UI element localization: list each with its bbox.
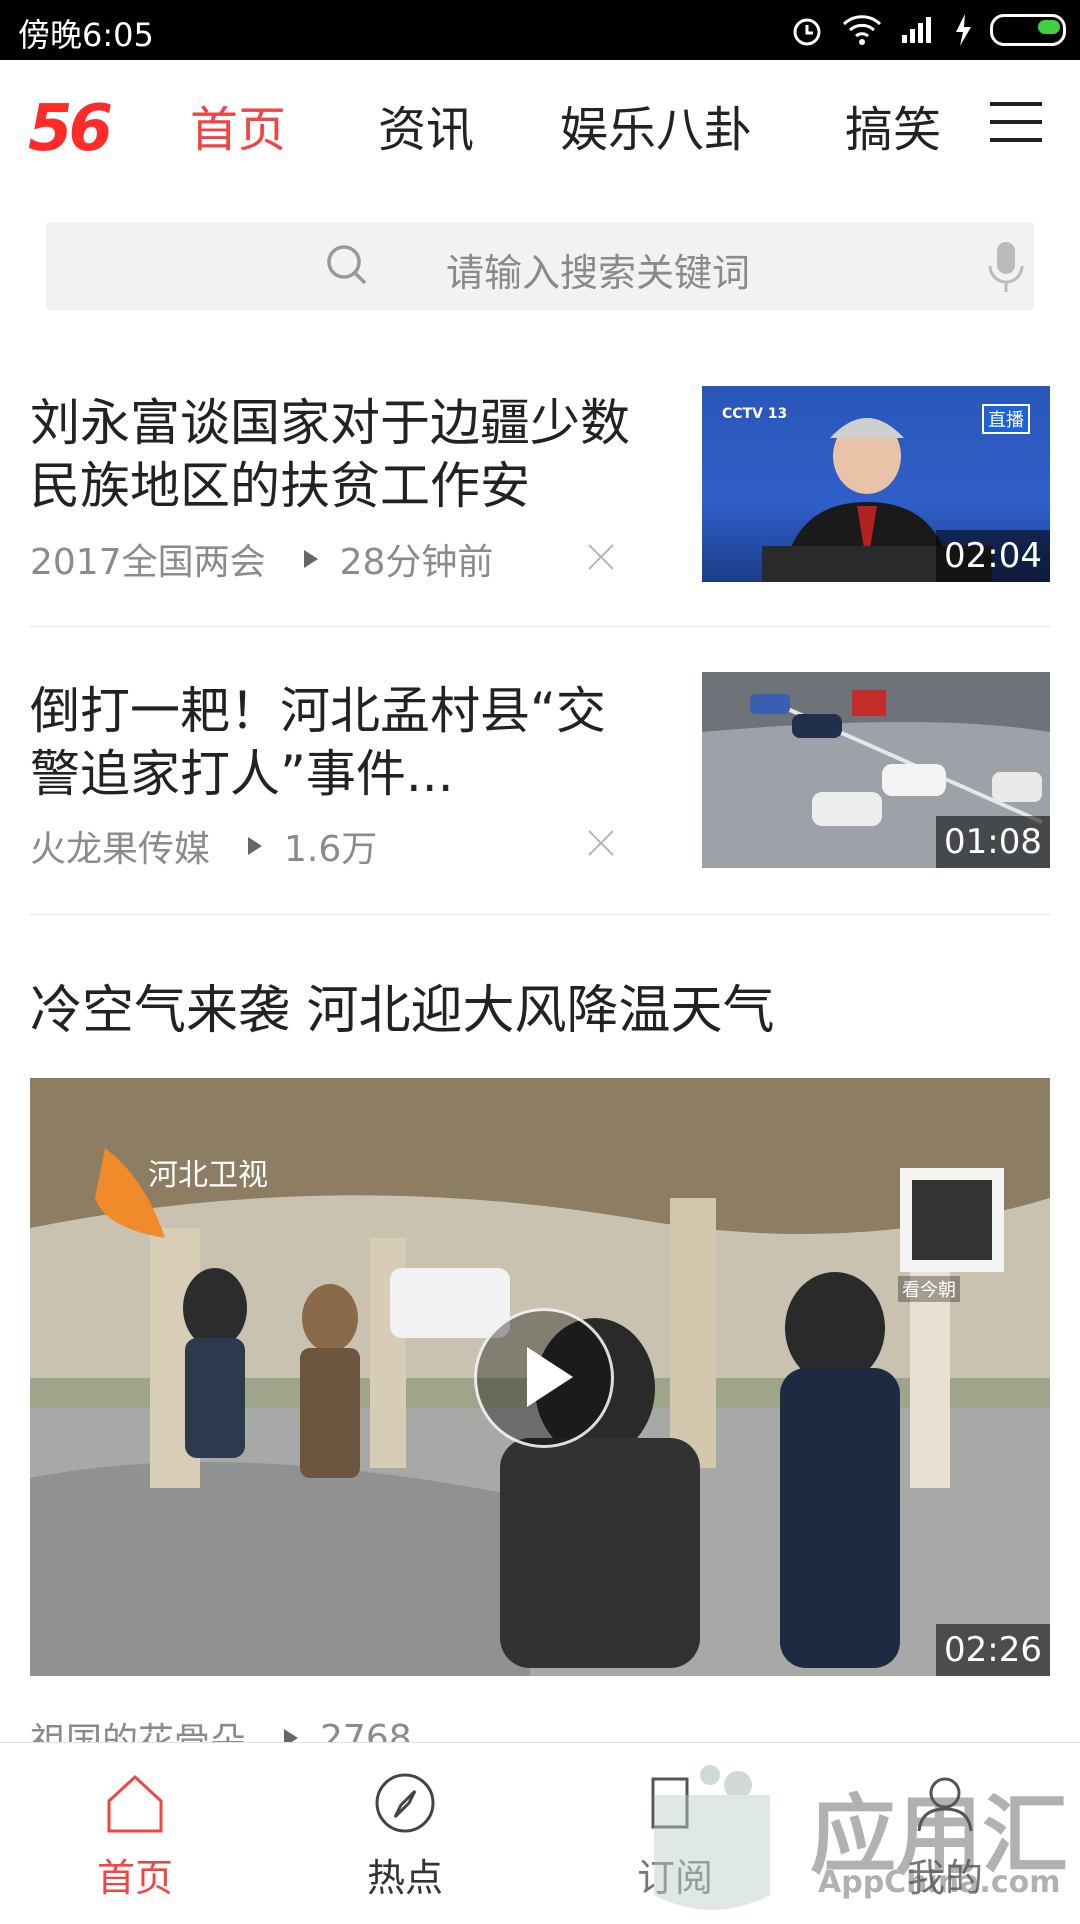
book-icon: [651, 1777, 689, 1829]
bottom-tab-label: 我的: [906, 1856, 983, 1900]
status-time: 傍晚6:05: [18, 16, 154, 54]
qr-caption: 看今朝: [898, 1276, 960, 1302]
charging-icon: [956, 14, 971, 46]
microphone-icon[interactable]: [986, 240, 1026, 294]
play-button-icon[interactable]: [474, 1308, 614, 1448]
video-thumbnail[interactable]: 01:08: [702, 672, 1050, 868]
video-player[interactable]: 河北卫视 看今朝 02:26: [30, 1078, 1050, 1676]
bottom-nav: 首页 热点 订阅 我的: [0, 1742, 1080, 1921]
tab-entertainment[interactable]: 娱乐八卦: [560, 90, 752, 160]
play-count-icon: [303, 550, 318, 568]
live-badge: 直播: [982, 404, 1030, 434]
alarm-icon: [793, 18, 821, 46]
divider: [30, 914, 1050, 915]
bottom-tab-label: 首页: [96, 1856, 173, 1900]
wifi-icon: [842, 15, 882, 45]
bottom-tab-hot[interactable]: 热点: [325, 1771, 485, 1902]
item-time: 28分钟前: [339, 542, 494, 583]
menu-icon[interactable]: [990, 102, 1042, 146]
top-nav: 56 首页 资讯 娱乐八卦 搞笑: [0, 60, 1080, 190]
divider: [30, 626, 1050, 627]
item-title[interactable]: 刘永富谈国家对于边疆少数民族地区的扶贫工作安: [30, 392, 660, 518]
tab-funny[interactable]: 搞笑: [845, 90, 945, 160]
item-title[interactable]: 倒打一耙！河北孟村县“交警追家打人”事件...: [30, 680, 630, 806]
video-thumbnail[interactable]: CCTV 13 直播 02:04: [702, 386, 1050, 582]
item-meta: 火龙果传媒 1.6万: [30, 820, 377, 872]
dismiss-icon[interactable]: [584, 826, 618, 860]
item-title[interactable]: 冷空气来袭 河北迎大风降温天气: [30, 968, 775, 1043]
bottom-tab-home[interactable]: 首页: [55, 1771, 215, 1902]
home-icon: [107, 1774, 163, 1833]
video-duration: 02:04: [936, 530, 1050, 582]
bottom-tab-label: 热点: [366, 1856, 443, 1900]
item-source: 火龙果传媒: [30, 829, 211, 870]
status-icons: [790, 8, 1066, 52]
user-icon: [917, 1777, 973, 1832]
video-duration: 01:08: [936, 816, 1050, 868]
channel-logo: 河北卫视: [148, 1158, 268, 1193]
item-source: 2017全国两会: [30, 542, 266, 583]
channel-logo: CCTV 13: [722, 406, 788, 422]
item-meta: 2017全国两会 28分钟前: [30, 533, 493, 585]
search-bar[interactable]: 请输入搜索关键词: [46, 222, 1034, 310]
battery-icon: [990, 14, 1066, 46]
tab-news[interactable]: 资讯: [378, 90, 474, 160]
status-bar: 傍晚6:05: [0, 0, 1080, 60]
item-views: 1.6万: [284, 829, 378, 870]
bottom-tab-subscribe[interactable]: 订阅: [595, 1771, 755, 1902]
search-placeholder: 请输入搜索关键词: [446, 251, 751, 295]
signal-icon: [902, 17, 931, 43]
search-icon: [327, 245, 367, 285]
dismiss-icon[interactable]: [584, 540, 618, 574]
tab-home[interactable]: 首页: [190, 90, 286, 160]
play-count-icon: [248, 837, 263, 855]
app-logo[interactable]: 56: [28, 92, 113, 166]
bottom-tab-label: 订阅: [636, 1856, 713, 1900]
video-duration: 02:26: [936, 1624, 1050, 1676]
compass-icon: [375, 1773, 435, 1833]
bottom-tab-me[interactable]: 我的: [865, 1771, 1025, 1902]
